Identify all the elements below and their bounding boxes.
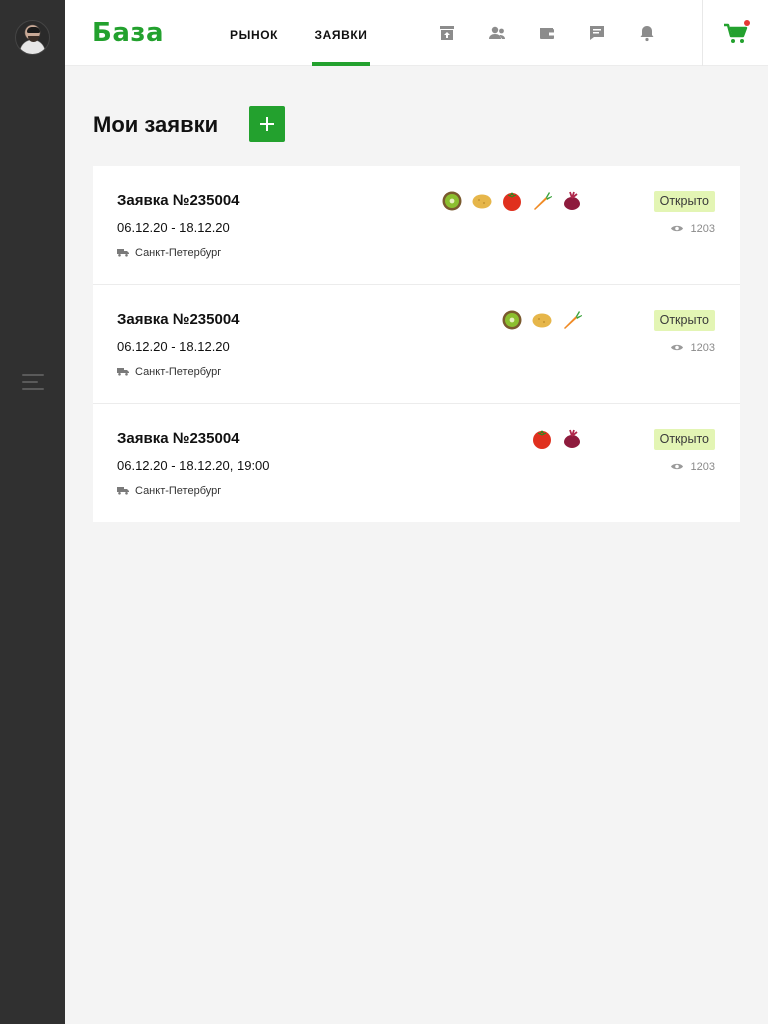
cart-notification-dot [744,20,750,26]
order-city-label: Санкт-Петербург [135,366,222,378]
avatar-hair [27,27,40,33]
views-count: 1203 [670,460,715,474]
views-count: 1203 [670,341,715,355]
order-card[interactable]: Заявка №235004 06.12.20 - 18.12.20 Санкт… [93,285,740,404]
truck-icon [117,367,129,376]
eye-icon [670,344,683,350]
order-dates: 06.12.20 - 18.12.20 [117,220,230,235]
bell-icon[interactable] [637,23,657,43]
truck-icon [117,248,129,257]
potato-icon [531,309,553,331]
logo[interactable]: База [92,17,164,49]
order-city: Санкт-Петербург [117,484,221,498]
status-badge: Открыто [653,310,715,331]
users-icon[interactable] [487,23,507,43]
carrot-icon [561,309,583,331]
cart-icon[interactable] [723,20,750,45]
order-city: Санкт-Петербург [117,365,221,379]
carrot-icon [531,190,553,212]
menu-line [22,388,44,390]
archive-icon[interactable] [437,23,457,43]
eye-icon [670,225,683,231]
eye-icon [670,463,683,469]
views-count: 1203 [670,222,715,236]
status-badge: Открыто [653,191,715,212]
order-city: Санкт-Петербург [117,246,221,260]
kiwi-icon [501,309,523,331]
produce-icons [441,190,583,212]
order-card[interactable]: Заявка №235004 06.12.20 - 18.12.20, 19:0… [93,404,740,522]
order-card[interactable]: Заявка №235004 06.12.20 - 18.12.20 Санкт… [93,166,740,285]
avatar[interactable] [15,20,50,55]
order-dates: 06.12.20 - 18.12.20 [117,339,230,354]
views-value: 1203 [690,461,715,473]
messages-icon[interactable] [587,23,607,43]
tab-orders[interactable]: ЗАЯВКИ [312,0,370,66]
tab-market[interactable]: РЫНОК [230,0,278,66]
potato-icon [471,190,493,212]
tomato-icon [531,428,553,450]
menu-line [22,374,44,376]
orders-list: Заявка №235004 06.12.20 - 18.12.20 Санкт… [93,166,740,522]
order-dates: 06.12.20 - 18.12.20, 19:00 [117,458,270,473]
truck-icon [117,486,129,495]
wallet-icon[interactable] [537,23,557,43]
beet-icon [561,190,583,212]
top-header: База РЫНОК ЗАЯВКИ [65,0,768,66]
order-title: Заявка №235004 [117,311,240,328]
produce-icons [531,428,583,450]
avatar-beard [28,36,39,42]
views-value: 1203 [690,223,715,235]
views-value: 1203 [690,342,715,354]
status-badge: Открыто [653,429,715,450]
produce-icons [501,309,583,331]
header-divider [702,0,703,66]
order-title: Заявка №235004 [117,192,240,209]
order-title: Заявка №235004 [117,430,240,447]
tomato-icon [501,190,523,212]
beet-icon [561,428,583,450]
kiwi-icon [441,190,463,212]
order-city-label: Санкт-Петербург [135,247,222,259]
order-city-label: Санкт-Петербург [135,485,222,497]
menu-line [22,381,38,383]
left-rail [0,0,65,1024]
add-order-button[interactable] [249,106,285,142]
page-title: Мои заявки [93,112,219,137]
menu-icon[interactable] [22,374,44,394]
